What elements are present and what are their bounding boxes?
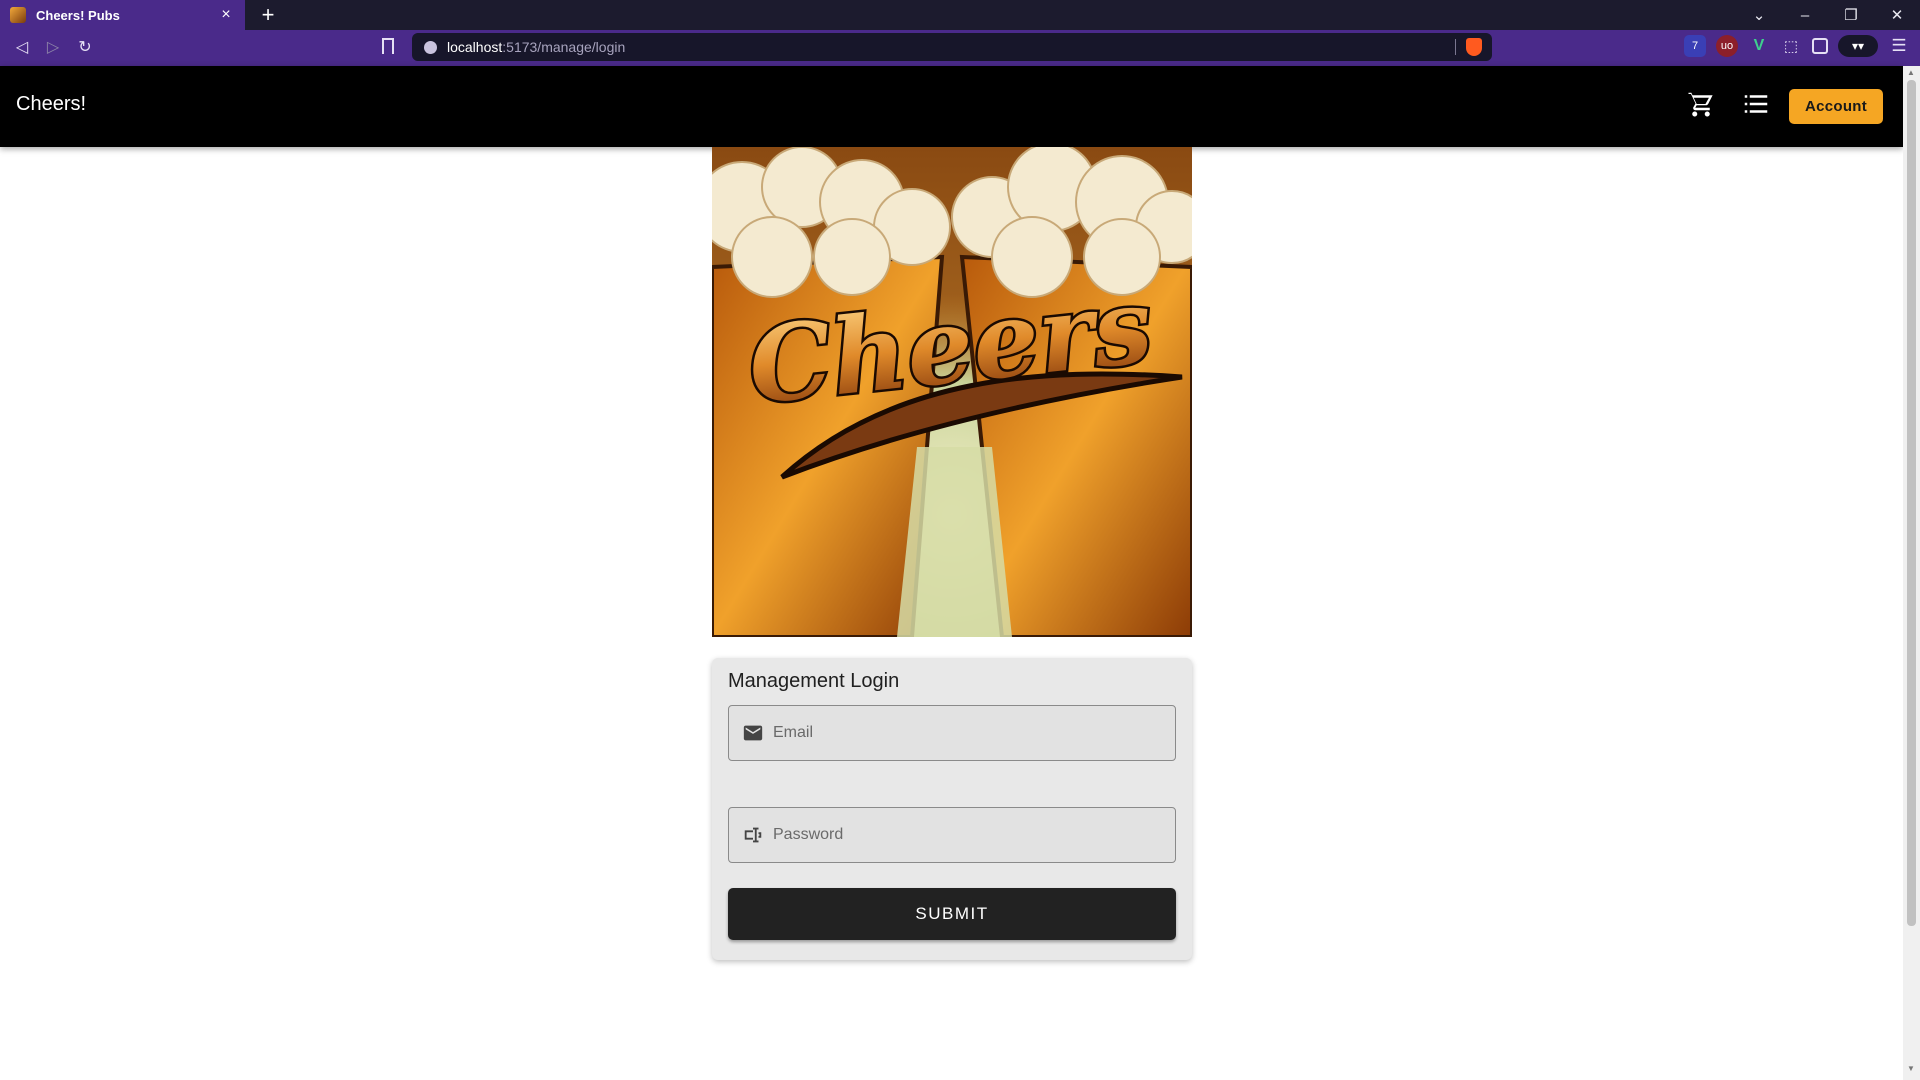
back-button[interactable]: ◁ <box>10 36 34 60</box>
ublock-icon[interactable]: uo <box>1716 35 1738 57</box>
tab-close-icon[interactable]: × <box>217 6 235 24</box>
password-field[interactable] <box>728 807 1176 863</box>
close-window-button[interactable]: ✕ <box>1874 6 1920 24</box>
wallet-glasses-icon[interactable]: ▾▾ <box>1838 35 1878 57</box>
login-title: Management Login <box>728 670 900 692</box>
cheers-hero-image: Cheers <box>712 147 1192 637</box>
page-scrollbar[interactable]: ▲ ▼ <box>1903 66 1920 1080</box>
tab-title: Cheers! Pubs <box>36 7 120 23</box>
minimize-button[interactable]: – <box>1782 7 1828 24</box>
email-field[interactable] <box>728 705 1176 761</box>
tab-list-icon[interactable]: ⌄ <box>1736 6 1782 24</box>
scroll-up-icon[interactable]: ▲ <box>1907 68 1915 77</box>
extension-badge-icon[interactable]: 7 <box>1684 35 1706 57</box>
list-icon <box>1744 95 1768 113</box>
scroll-thumb[interactable] <box>1907 80 1916 926</box>
window-controls: ⌄ – ❐ ✕ <box>1736 0 1920 30</box>
url-host: localhost <box>447 39 503 55</box>
forward-button[interactable]: ▷ <box>41 36 65 60</box>
favicon-icon <box>10 7 26 23</box>
extension-icons: 7 uo V ⬚ ▾▾ ☰ <box>1684 35 1910 57</box>
sidebar-toggle-icon[interactable] <box>1812 38 1828 54</box>
email-icon <box>741 721 765 745</box>
submit-button[interactable]: SUBMIT <box>728 888 1176 940</box>
cart-icon <box>1688 91 1713 117</box>
scroll-down-icon[interactable]: ▼ <box>1907 1064 1915 1073</box>
browser-toolbar: ◁ ▷ ↻ localhost:5173/manage/login 7 uo V… <box>0 30 1920 66</box>
login-card: Management Login SUBMIT <box>712 658 1192 960</box>
list-button[interactable] <box>1741 89 1771 119</box>
center-light <box>897 447 1012 637</box>
browser-menu-icon[interactable]: ☰ <box>1888 35 1910 57</box>
url-path: :5173/manage/login <box>502 39 626 55</box>
new-tab-button[interactable]: + <box>255 2 281 28</box>
password-input[interactable] <box>773 815 1153 855</box>
hero-illustration: Cheers <box>712 147 1192 637</box>
password-icon <box>741 823 765 847</box>
site-info-icon[interactable] <box>424 40 437 54</box>
web-page: Cheers! Account ▲ ▼ Cheers Management Lo… <box>0 66 1920 1080</box>
account-button[interactable]: Account <box>1789 89 1883 124</box>
restore-button[interactable]: ❐ <box>1828 6 1874 24</box>
email-input[interactable] <box>773 713 1153 753</box>
reload-button[interactable]: ↻ <box>73 36 97 60</box>
cart-button[interactable] <box>1686 89 1716 119</box>
browser-tab-strip: Cheers! Pubs × + ⌄ – ❐ ✕ <box>0 0 1920 30</box>
vue-devtools-icon[interactable]: V <box>1748 35 1770 57</box>
brave-shields-icon[interactable] <box>1466 38 1482 56</box>
url-separator <box>1455 39 1456 55</box>
bookmark-icon[interactable] <box>382 38 394 54</box>
brand-title[interactable]: Cheers! <box>16 93 86 116</box>
browser-tab[interactable]: Cheers! Pubs × <box>0 0 245 30</box>
address-bar[interactable]: localhost:5173/manage/login <box>412 33 1492 61</box>
app-header: Cheers! Account <box>0 66 1903 147</box>
extensions-puzzle-icon[interactable]: ⬚ <box>1780 35 1802 57</box>
